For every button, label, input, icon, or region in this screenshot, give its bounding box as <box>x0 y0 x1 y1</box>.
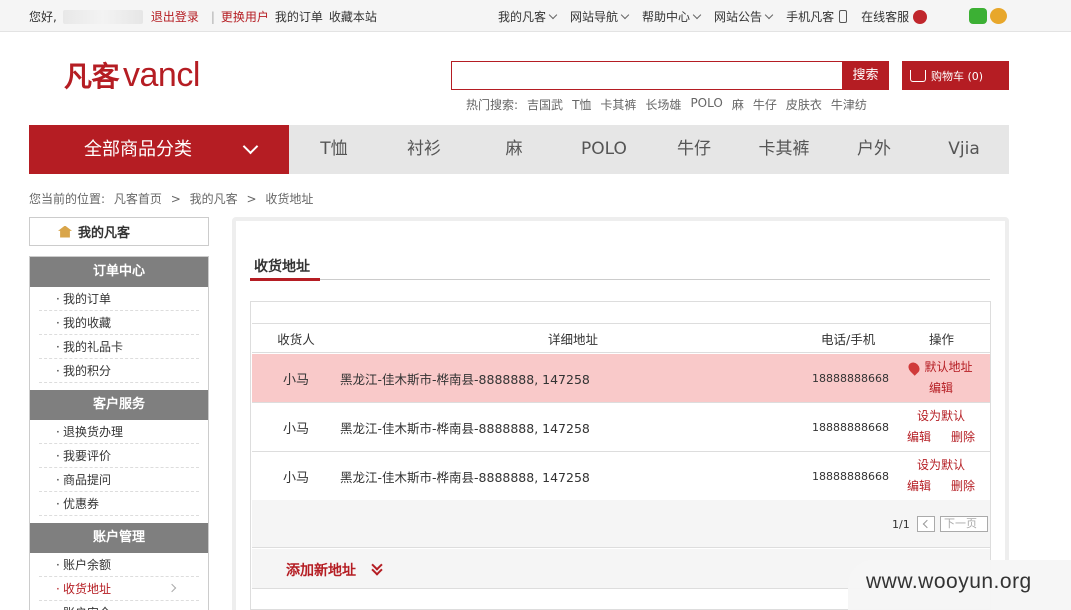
default-address-label: 默认地址 <box>906 357 973 378</box>
nav-item[interactable]: T恤 <box>289 125 379 174</box>
service-icon <box>913 9 928 24</box>
weibo-icon[interactable] <box>990 8 1007 24</box>
breadcrumb-my-vancl[interactable]: 我的凡客 <box>190 192 238 206</box>
nav-item[interactable]: 牛仔 <box>649 125 739 174</box>
sidebar-group-title: 客户服务 <box>30 390 208 420</box>
sidebar-item[interactable]: 退换货办理 <box>39 420 199 444</box>
hot-search-item[interactable]: 皮肤衣 <box>786 96 822 113</box>
main-nav: 全部商品分类 T恤 衬衫 麻 POLO 牛仔 卡其裤 户外 Vjia <box>29 125 1009 174</box>
set-default-link[interactable]: 设为默认 <box>917 455 965 476</box>
chevron-down-icon <box>242 138 259 155</box>
cart-button[interactable]: 购物车 (0) <box>902 61 1009 90</box>
prev-page-button[interactable] <box>917 516 935 532</box>
mobile-link[interactable]: 手机凡客 <box>786 8 848 25</box>
username-blurred <box>62 9 143 24</box>
breadcrumb-home[interactable]: 凡客首页 <box>114 192 162 206</box>
sidebar-item[interactable]: 账户余额 <box>39 553 199 577</box>
edit-link[interactable]: 编辑 <box>929 378 953 399</box>
breadcrumb: 您当前的位置: 凡客首页 > 我的凡客 > 收货地址 <box>29 192 314 206</box>
search-button[interactable]: 搜索 <box>842 61 889 90</box>
sidebar-item[interactable]: 我的收藏 <box>39 311 199 335</box>
site-nav-menu[interactable]: 网站导航 <box>570 8 630 25</box>
hot-search-item[interactable]: 卡其裤 <box>600 96 636 113</box>
logout-link[interactable]: 退出登录 <box>151 8 199 25</box>
vancl-logo[interactable]: 凡客 vancl <box>64 55 200 95</box>
hot-search-item[interactable]: 麻 <box>732 96 744 113</box>
top-bar: 您好, 退出登录 | 更换用户 我的订单 收藏本站 我的凡客 网站导航 帮助中心… <box>0 0 1071 32</box>
sidebar-item[interactable]: 商品提问 <box>39 468 199 492</box>
breadcrumb-current: 收货地址 <box>265 192 314 206</box>
page-title: 收货地址 <box>254 259 310 275</box>
sidebar-group-title: 订单中心 <box>30 257 208 287</box>
delete-link[interactable]: 删除 <box>951 427 975 448</box>
chevron-right-icon <box>167 583 177 593</box>
delete-link[interactable]: 删除 <box>951 476 975 497</box>
cart-icon <box>910 69 926 82</box>
nav-item[interactable]: Vjia <box>919 125 1009 174</box>
table-row: 小马 黑龙江-佳木斯市-桦南县-8888888, 147258 18888888… <box>252 452 990 501</box>
my-orders-link[interactable]: 我的订单 <box>275 8 323 25</box>
chevron-down-icon <box>620 10 630 19</box>
set-default-link[interactable]: 设为默认 <box>917 406 965 427</box>
hot-search-item[interactable]: 长场雄 <box>645 96 681 113</box>
site-notice-menu[interactable]: 网站公告 <box>714 8 774 25</box>
phone-icon <box>839 10 848 23</box>
hot-search-item[interactable]: 牛津纺 <box>831 96 867 113</box>
hot-search-item[interactable]: 吉国武 <box>527 96 563 113</box>
next-page-button[interactable]: 下一页 <box>940 516 988 532</box>
sidebar-item-address[interactable]: 收货地址 <box>39 577 199 601</box>
page-indicator: 1/1 <box>892 518 910 531</box>
location-pin-icon <box>906 359 923 376</box>
table-row: 小马 黑龙江-佳木斯市-桦南县-8888888, 147258 18888888… <box>252 403 990 452</box>
switch-user-link[interactable]: 更换用户 <box>221 8 269 25</box>
search-input[interactable] <box>451 61 843 90</box>
chevron-down-icon <box>692 10 702 19</box>
my-vancl-link[interactable]: 我的凡客 <box>29 217 209 246</box>
edit-link[interactable]: 编辑 <box>907 427 931 448</box>
sidebar-group-title: 账户管理 <box>30 523 208 553</box>
nav-item[interactable]: 衬衫 <box>379 125 469 174</box>
chevron-down-icon <box>548 10 558 19</box>
hot-search-item[interactable]: POLO <box>690 96 722 113</box>
table-header: 收货人 详细地址 电话/手机 操作 <box>252 323 990 353</box>
sidebar-item[interactable]: 我的订单 <box>39 287 199 311</box>
bookmark-link[interactable]: 收藏本站 <box>329 8 377 25</box>
sidebar: 订单中心 我的订单 我的收藏 我的礼品卡 我的积分 客户服务 退换货办理 我要评… <box>29 256 209 610</box>
hot-search-item[interactable]: 牛仔 <box>753 96 777 113</box>
wechat-icon[interactable] <box>969 8 987 24</box>
my-vancl-menu[interactable]: 我的凡客 <box>498 8 558 25</box>
sidebar-item[interactable]: 我的积分 <box>39 359 199 383</box>
hot-search: 热门搜索: 吉国武 T恤 卡其裤 长场雄 POLO 麻 牛仔 皮肤衣 牛津纺 <box>466 96 867 113</box>
help-center-menu[interactable]: 帮助中心 <box>642 8 702 25</box>
online-service-link[interactable]: 在线客服 <box>861 8 928 25</box>
chevron-down-icon <box>764 10 774 19</box>
home-icon <box>58 225 72 238</box>
nav-item[interactable]: POLO <box>559 125 649 174</box>
all-categories-button[interactable]: 全部商品分类 <box>29 125 289 174</box>
add-address-button[interactable]: 添加新地址 <box>286 560 356 580</box>
pagination: 1/1 下一页 <box>252 500 990 548</box>
nav-item[interactable]: 麻 <box>469 125 559 174</box>
nav-item[interactable]: 户外 <box>829 125 919 174</box>
sidebar-item[interactable]: 优惠券 <box>39 492 199 516</box>
sidebar-item[interactable]: 账户安全 <box>39 601 199 610</box>
watermark: www.wooyun.org <box>848 560 1071 610</box>
sidebar-item[interactable]: 我要评价 <box>39 444 199 468</box>
edit-link[interactable]: 编辑 <box>907 476 931 497</box>
greeting: 您好, <box>29 10 57 24</box>
hot-search-item[interactable]: T恤 <box>572 96 591 113</box>
table-row: 小马 黑龙江-佳木斯市-桦南县-8888888, 147258 18888888… <box>252 354 990 403</box>
nav-item[interactable]: 卡其裤 <box>739 125 829 174</box>
sidebar-item[interactable]: 我的礼品卡 <box>39 335 199 359</box>
